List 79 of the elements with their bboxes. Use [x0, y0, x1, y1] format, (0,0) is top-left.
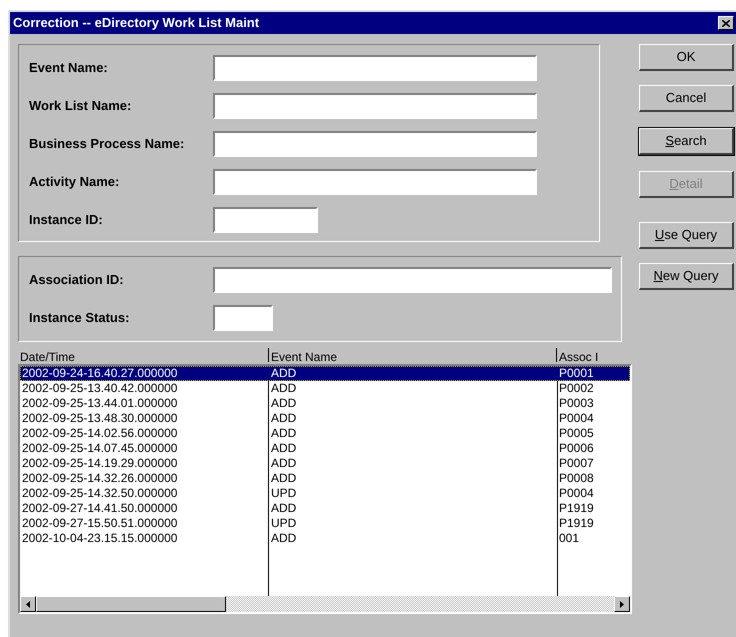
- right-arrow-icon: [620, 600, 624, 608]
- column-header[interactable]: Date/Time: [20, 350, 75, 362]
- table-cell: 2002-09-25-14.32.26.000000: [22, 471, 178, 485]
- table-cell: 2002-09-25-14.07.45.000000: [22, 441, 178, 455]
- list-row[interactable]: 2002-09-25-13.44.01.000000 ADD P0003: [20, 396, 630, 411]
- table-cell: P1919: [559, 516, 594, 530]
- scroll-thumb[interactable]: [36, 596, 226, 612]
- table-cell: 001: [559, 531, 580, 545]
- input-field[interactable]: [213, 55, 537, 81]
- window-title: Correction -- eDirectory Work List Maint: [13, 14, 260, 32]
- table-cell: UPD: [271, 486, 296, 500]
- table-cell: ADD: [271, 471, 296, 485]
- list-row[interactable]: 2002-09-25-14.02.56.000000 ADD P0005: [20, 426, 630, 441]
- table-cell: P0005: [559, 426, 594, 440]
- list-row[interactable]: 2002-09-27-14.41.50.000000 ADD P1919: [20, 501, 630, 516]
- table-cell: ADD: [271, 426, 296, 440]
- input-field[interactable]: [213, 93, 537, 119]
- input-field[interactable]: [213, 207, 318, 233]
- field-label: Activity Name:: [29, 173, 120, 192]
- column-header[interactable]: Assoc I: [559, 350, 598, 362]
- table-cell: P0002: [559, 381, 594, 395]
- table-cell: P1919: [559, 501, 594, 515]
- table-cell: 2002-09-25-14.32.50.000000: [22, 486, 178, 500]
- list-row[interactable]: 2002-09-24-16.40.27.000000 ADD P0001: [20, 366, 630, 381]
- table-cell: 2002-09-25-14.19.29.000000: [22, 456, 178, 470]
- list-row[interactable]: 2002-09-25-14.19.29.000000 ADD P0007: [20, 456, 630, 471]
- input-field[interactable]: [213, 267, 612, 293]
- button[interactable]: OK: [639, 44, 734, 71]
- table-cell: ADD: [271, 501, 296, 515]
- button[interactable]: New Query: [639, 263, 734, 290]
- input-field[interactable]: [213, 305, 273, 331]
- table-cell: 2002-09-27-15.50.51.000000: [22, 516, 178, 530]
- close-button[interactable]: [718, 16, 734, 30]
- column-header[interactable]: Event Name: [271, 350, 338, 362]
- input-field[interactable]: [213, 169, 537, 195]
- table-cell: 2002-09-25-13.40.42.000000: [22, 381, 178, 395]
- table-cell: P0003: [559, 396, 594, 410]
- table-cell: P0004: [559, 486, 594, 500]
- table-cell: P0007: [559, 456, 594, 470]
- table-cell: ADD: [271, 396, 296, 410]
- table-cell: UPD: [271, 516, 296, 530]
- left-arrow-icon: [26, 600, 30, 608]
- field-label: Instance Status:: [29, 309, 130, 328]
- list-row[interactable]: 2002-09-25-13.40.42.000000 ADD P0002: [20, 381, 630, 396]
- field-label: Work List Name:: [29, 97, 132, 116]
- field-label: Instance ID:: [29, 211, 104, 230]
- table-cell: 2002-10-04-23.15.15.000000: [22, 531, 178, 545]
- table-cell: ADD: [271, 441, 296, 455]
- list-row[interactable]: 2002-09-25-14.32.50.000000 UPD P0004: [20, 486, 630, 501]
- table-cell: ADD: [271, 456, 296, 470]
- horizontal-scrollbar[interactable]: [20, 596, 630, 612]
- input-field[interactable]: [213, 131, 537, 157]
- list-row[interactable]: 2002-09-25-13.48.30.000000 ADD P0004: [20, 411, 630, 426]
- list-row[interactable]: 2002-09-25-14.32.26.000000 ADD P0008: [20, 471, 630, 486]
- button[interactable]: Use Query: [639, 222, 734, 249]
- table-cell: P0006: [559, 441, 594, 455]
- close-icon: [722, 20, 730, 26]
- table-cell: 2002-09-27-14.41.50.000000: [22, 501, 178, 515]
- table-cell: 2002-09-25-13.44.01.000000: [22, 396, 178, 410]
- list-row[interactable]: 2002-09-25-14.07.45.000000 ADD P0006: [20, 441, 630, 456]
- table-cell: 2002-09-25-14.02.56.000000: [22, 426, 178, 440]
- table-cell: P0004: [559, 411, 594, 425]
- list-row[interactable]: 2002-09-27-15.50.51.000000 UPD P1919: [20, 516, 630, 531]
- list-row[interactable]: 2002-10-04-23.15.15.000000 ADD 001: [20, 531, 630, 546]
- table-cell: 2002-09-24-16.40.27.000000: [22, 366, 178, 380]
- scroll-right-button[interactable]: [614, 596, 630, 612]
- field-label: Business Process Name:: [29, 135, 186, 154]
- table-cell: 2002-09-25-13.48.30.000000: [22, 411, 178, 425]
- field-label: Association ID:: [29, 271, 125, 290]
- scroll-left-button[interactable]: [20, 596, 36, 612]
- table-cell: P0001: [559, 366, 594, 380]
- table-cell: ADD: [271, 366, 296, 380]
- button[interactable]: Search: [639, 128, 734, 155]
- button[interactable]: Cancel: [639, 85, 734, 112]
- table-cell: P0008: [559, 471, 594, 485]
- field-label: Event Name:: [29, 59, 109, 78]
- table-cell: ADD: [271, 381, 296, 395]
- table-cell: ADD: [271, 531, 296, 545]
- table-cell: ADD: [271, 411, 296, 425]
